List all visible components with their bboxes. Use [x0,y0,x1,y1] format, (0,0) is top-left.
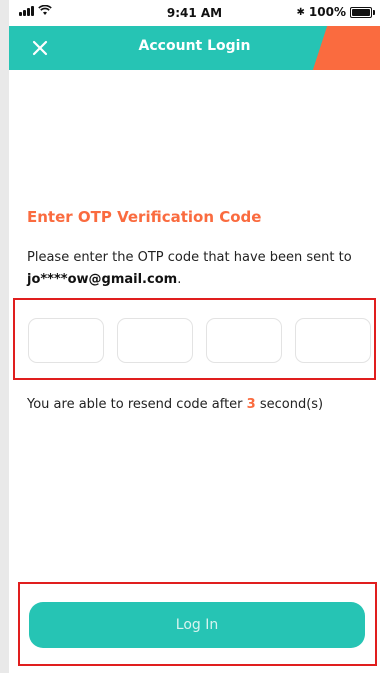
otp-description-end: . [177,272,182,287]
otp-digit-3[interactable] [207,319,285,364]
status-right: ✱ 100% [296,5,375,19]
otp-box-3 [206,318,285,364]
otp-box-4 [295,318,374,364]
otp-digit-1[interactable] [29,319,107,364]
app-screen: 9:41 AM ✱ 100% Account Login Enter OTP V… [0,0,380,673]
status-bar: 9:41 AM ✱ 100% [9,0,380,26]
bluetooth-icon: ✱ [296,6,305,18]
otp-digit-2[interactable] [118,319,196,364]
login-button-frame: Log In [18,582,377,666]
masked-email: jo****ow@gmail.com [27,272,178,287]
otp-digit-4[interactable] [296,319,374,364]
page-title: Account Login [138,38,251,54]
resend-suffix: second(s) [255,397,324,412]
otp-description: Please enter the OTP code that have been… [27,247,367,291]
otp-input-group [13,298,376,380]
resend-prefix: You are able to resend code after [27,397,247,412]
otp-box-2 [117,318,196,364]
otp-description-text: Please enter the OTP code that have been… [27,250,352,265]
battery-percent: 100% [308,5,346,19]
otp-title: Enter OTP Verification Code [27,208,262,226]
resend-countdown: 3 [246,397,256,412]
resend-text: You are able to resend code after 3 seco… [27,397,323,412]
otp-box-1 [28,318,107,364]
left-edge [0,0,9,673]
login-button[interactable]: Log In [29,602,365,648]
battery-icon [350,6,375,18]
header-bar: Account Login [9,26,380,70]
